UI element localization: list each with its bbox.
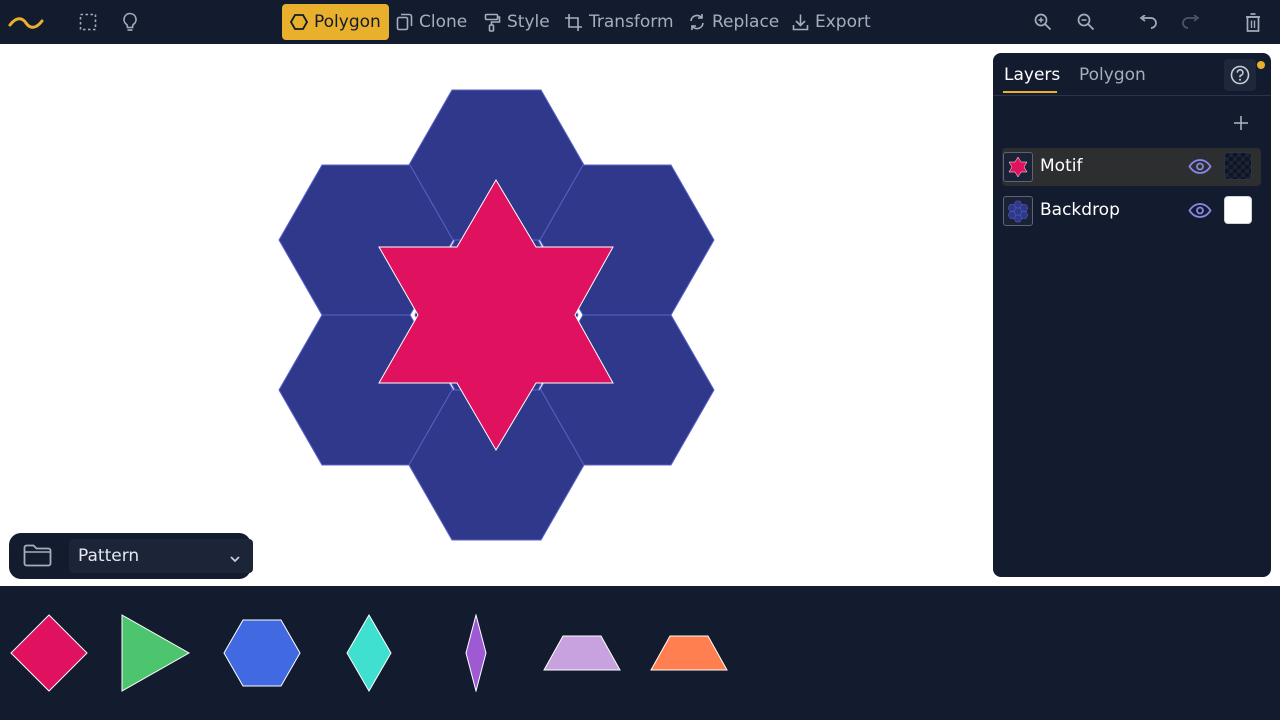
zoom-out-icon[interactable] (1068, 0, 1104, 44)
replace-tool-label: Replace (712, 12, 780, 32)
replace-icon (690, 14, 704, 30)
paint-roller-icon (484, 13, 501, 32)
top-toolbar: Polygon Clone Style Transform Replace Ex… (0, 0, 1280, 44)
export-tool-button[interactable]: Export (784, 4, 879, 40)
export-tool-label: Export (815, 12, 871, 32)
shape-tray (0, 586, 1280, 720)
panel-divider (993, 95, 1271, 96)
chevron-down-icon (229, 550, 241, 570)
clone-icon (396, 13, 413, 31)
tray-shape-triangle[interactable] (121, 614, 191, 692)
tray-shape-hexagon[interactable] (223, 619, 301, 687)
plus-icon[interactable] (1233, 115, 1249, 135)
hexagon-outline-icon (290, 14, 308, 30)
layer-name-motif: Motif (1040, 156, 1083, 176)
undo-icon[interactable] (1130, 0, 1166, 44)
lightbulb-icon[interactable] (112, 0, 148, 44)
style-tool-button[interactable]: Style (476, 4, 558, 40)
active-tab-underline (1003, 91, 1057, 93)
tray-shape-trapezoid[interactable] (650, 635, 728, 671)
redo-icon[interactable] (1173, 0, 1209, 44)
collection-selector: Pattern (9, 533, 253, 579)
collection-selected-label: Pattern (78, 546, 140, 566)
zoom-in-icon[interactable] (1025, 0, 1061, 44)
clone-tool-button[interactable]: Clone (388, 4, 475, 40)
polygon-tool-button[interactable]: Polygon (282, 4, 389, 40)
tray-shape-thin-rhombus[interactable] (464, 614, 488, 692)
tab-layers[interactable]: Layers (1004, 65, 1060, 85)
folder-icon[interactable] (23, 543, 52, 571)
eye-icon[interactable] (1188, 203, 1212, 222)
tray-shape-wide-rhombus[interactable] (345, 614, 393, 692)
replace-tool-button[interactable]: Replace (680, 4, 787, 40)
hexagon-cluster-thumb-icon (1003, 196, 1033, 226)
layer-name-backdrop: Backdrop (1040, 200, 1120, 220)
tray-shape-square[interactable] (10, 614, 88, 692)
layer-row-backdrop[interactable]: Backdrop (1002, 192, 1261, 230)
layer-background-swatch[interactable] (1224, 152, 1252, 180)
help-button[interactable] (1224, 59, 1256, 91)
transform-tool-label: Transform (589, 12, 674, 32)
layer-row-motif[interactable]: Motif (1002, 148, 1261, 186)
marquee-select-icon[interactable] (70, 0, 106, 44)
notification-dot (1257, 61, 1265, 69)
eye-icon[interactable] (1188, 159, 1212, 178)
clone-tool-label: Clone (419, 12, 468, 32)
tray-shape-wide-trapezoid[interactable] (543, 635, 621, 671)
star-thumb-icon (1003, 152, 1033, 182)
transform-icon (565, 13, 582, 31)
style-tool-label: Style (507, 12, 550, 32)
help-circle-icon (1230, 65, 1250, 85)
trash-icon[interactable] (1235, 0, 1271, 44)
polygon-tool-label: Polygon (314, 12, 381, 32)
download-icon (792, 14, 809, 31)
collection-dropdown[interactable]: Pattern (69, 539, 253, 573)
layer-background-swatch[interactable] (1224, 196, 1252, 224)
tab-polygon[interactable]: Polygon (1079, 65, 1146, 85)
logo-wave-icon[interactable] (8, 0, 44, 44)
transform-tool-button[interactable]: Transform (556, 4, 682, 40)
layers-panel: Layers Polygon Motif Backdrop (993, 53, 1271, 577)
